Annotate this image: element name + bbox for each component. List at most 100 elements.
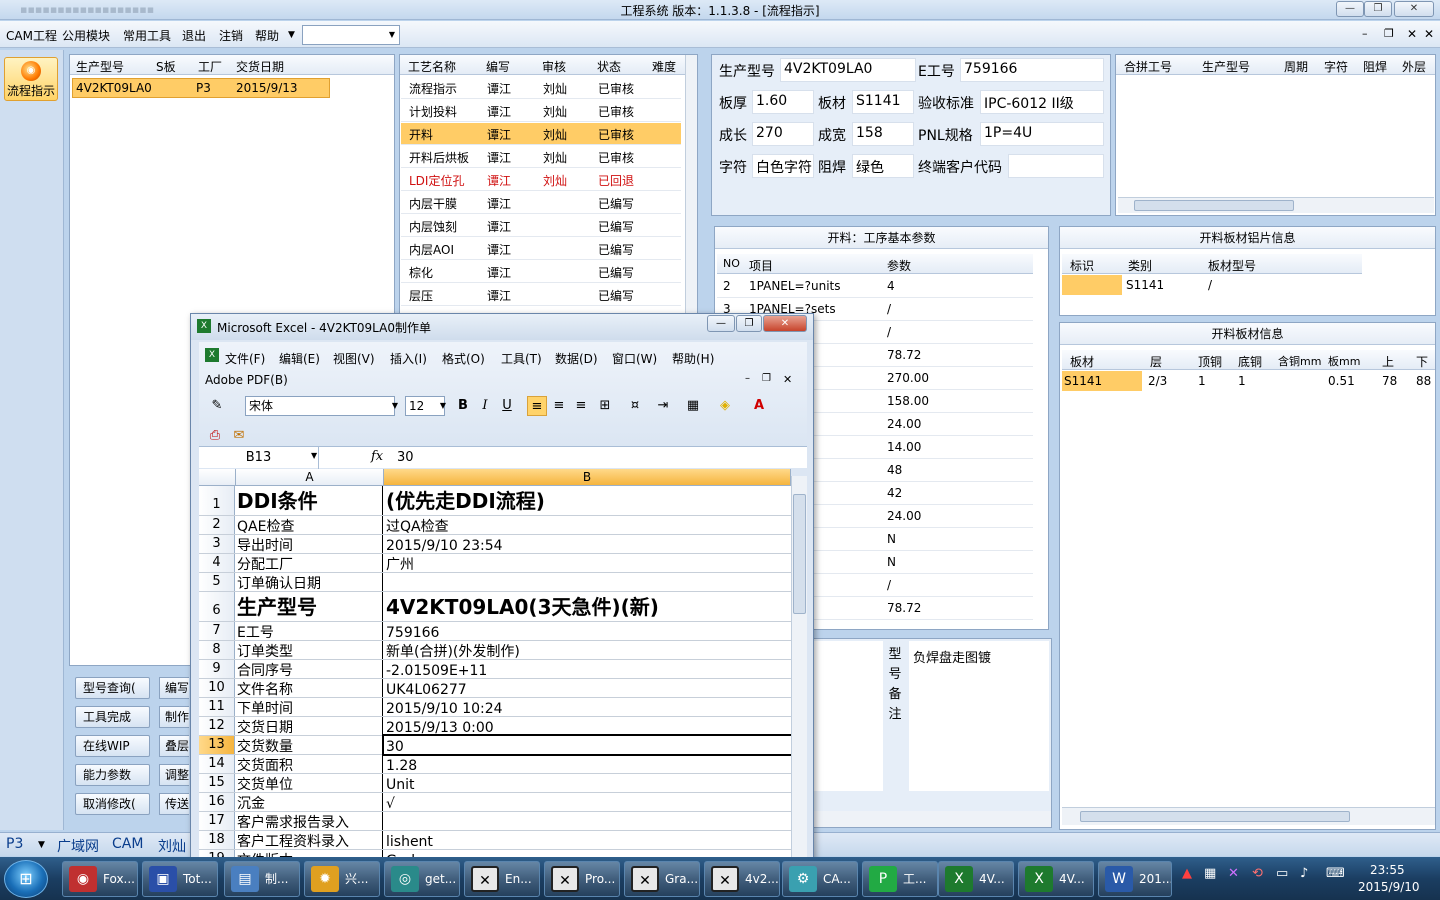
- excel-menu-help[interactable]: 帮助(H): [672, 350, 714, 367]
- table-row[interactable]: 3 导出时间 2015/9/10 23:54: [199, 535, 791, 554]
- taskbar-item[interactable]: X 4V...: [938, 861, 1014, 897]
- taskbar-item[interactable]: ✕ Pro...: [544, 861, 620, 897]
- cell-b[interactable]: 4V2KT09LA0(3天急件)(新): [384, 592, 791, 621]
- combo-col-char[interactable]: 字符: [1324, 58, 1348, 75]
- cell-a[interactable]: 客户工程资料录入: [236, 831, 383, 849]
- row-header[interactable]: 10: [199, 679, 235, 697]
- table-row[interactable]: 14 交货面积 1.28: [199, 755, 791, 774]
- table-row[interactable]: 18 客户工程资料录入 lishent: [199, 831, 791, 850]
- excel-maximize-button[interactable]: ❐: [736, 315, 762, 332]
- excel-menu-format[interactable]: 格式(O): [442, 350, 485, 367]
- row-header[interactable]: 12: [199, 717, 235, 735]
- online-wip-button[interactable]: 在线WIP: [75, 735, 150, 757]
- cell-a[interactable]: 交货日期: [236, 717, 383, 735]
- combo-col-outer[interactable]: 外层: [1402, 58, 1426, 75]
- row-header[interactable]: 6: [199, 592, 235, 621]
- top-combo-box[interactable]: ▼: [302, 25, 400, 45]
- font-size-arrow-icon[interactable]: ▼: [433, 396, 453, 416]
- table-row[interactable]: 层压 谭江 已编写: [401, 284, 681, 306]
- board-col-layer[interactable]: 层: [1150, 353, 1162, 370]
- cell-a[interactable]: 导出时间: [236, 535, 383, 553]
- orders-col-model[interactable]: 生产型号: [76, 58, 124, 75]
- length-value[interactable]: 270: [752, 122, 814, 146]
- menu-tools[interactable]: 常用工具: [123, 27, 171, 44]
- row-header[interactable]: 5: [199, 573, 235, 591]
- font-name-arrow-icon[interactable]: ▼: [385, 396, 405, 416]
- cell-a[interactable]: 订单确认日期: [236, 573, 383, 591]
- row-header[interactable]: 9: [199, 660, 235, 678]
- cell-a[interactable]: 文件版本: [236, 850, 383, 857]
- cell-a[interactable]: 文件名称: [236, 679, 383, 697]
- cell-b[interactable]: 2015/9/10 10:24: [384, 698, 791, 716]
- edit-button[interactable]: 编写: [159, 677, 189, 699]
- process-scrollbar[interactable]: [685, 55, 697, 313]
- customer-value[interactable]: [1008, 154, 1104, 178]
- row-header[interactable]: 11: [199, 698, 235, 716]
- capability-button[interactable]: 能力参数: [75, 764, 150, 786]
- sheet-col-type[interactable]: 类别: [1128, 257, 1152, 274]
- table-row[interactable]: 15 交货单位 Unit: [199, 774, 791, 793]
- mdi-close-icon[interactable]: ✕: [1407, 27, 1417, 41]
- menu-exit[interactable]: 退出: [182, 27, 206, 44]
- pnl-value[interactable]: 1P=4U: [980, 122, 1104, 146]
- cell-b[interactable]: 广州: [384, 554, 791, 572]
- clock-time[interactable]: 23:55: [1370, 863, 1405, 877]
- combo-col-mask[interactable]: 阻焊: [1363, 58, 1387, 75]
- formula-input[interactable]: 30: [397, 447, 807, 469]
- transfer-button[interactable]: 传送: [159, 793, 189, 815]
- pdf-convert-icon[interactable]: ⎙: [205, 426, 225, 446]
- cell-b[interactable]: 2015/9/10 23:54: [384, 535, 791, 553]
- table-row[interactable]: 10 文件名称 UK4L06277: [199, 679, 791, 698]
- board-col-up[interactable]: 上: [1382, 353, 1394, 370]
- eno-value[interactable]: 759166: [960, 58, 1104, 82]
- column-header-b[interactable]: B: [384, 469, 791, 486]
- sheet-col-id[interactable]: 标识: [1070, 257, 1094, 274]
- borders-icon[interactable]: ▦: [683, 396, 703, 416]
- table-row[interactable]: 12 交货日期 2015/9/13 0:00: [199, 717, 791, 736]
- params-col-item[interactable]: 项目: [749, 257, 773, 274]
- start-button[interactable]: ⊞: [4, 860, 48, 898]
- board-col-material[interactable]: 板材: [1070, 353, 1094, 370]
- row-header[interactable]: 7: [199, 622, 235, 640]
- combo-col-model[interactable]: 生产型号: [1202, 58, 1250, 75]
- taskbar-item[interactable]: ✕ Gra...: [624, 861, 700, 897]
- board-col-cu[interactable]: 含铜mm: [1278, 353, 1321, 369]
- board-col-down[interactable]: 下: [1416, 353, 1428, 370]
- combo-col-cycle[interactable]: 周期: [1284, 58, 1308, 75]
- excel-minimize-button[interactable]: —: [707, 315, 735, 332]
- table-row[interactable]: 4V2KT09LA0 P3 2015/9/13: [72, 78, 330, 98]
- table-row[interactable]: 内层干膜 谭江 已编写: [401, 192, 681, 214]
- standard-value[interactable]: IPC-6012 II级: [980, 90, 1104, 114]
- excel-close-button[interactable]: ✕: [763, 315, 807, 332]
- table-row[interactable]: 9 合同序号 -2.01509E+11: [199, 660, 791, 679]
- excel-menu-edit[interactable]: 编辑(E): [279, 350, 320, 367]
- italic-icon[interactable]: I: [475, 396, 495, 416]
- orders-col-factory[interactable]: 工厂: [198, 58, 222, 75]
- table-row[interactable]: LDI定位孔 谭江 刘灿 已回退: [401, 169, 681, 191]
- cell-a[interactable]: 合同序号: [236, 660, 383, 678]
- cell-b[interactable]: Unit: [384, 774, 791, 792]
- process-col-difficulty[interactable]: 难度: [652, 58, 676, 75]
- clock-date[interactable]: 2015/9/10: [1358, 880, 1420, 894]
- table-row[interactable]: 内层蚀刻 谭江 已编写: [401, 215, 681, 237]
- bold-icon[interactable]: B: [453, 396, 473, 416]
- cell-a[interactable]: 客户需求报告录入: [236, 812, 383, 830]
- menu-logout[interactable]: 注销: [219, 27, 243, 44]
- params-col-no[interactable]: NO: [723, 257, 740, 270]
- process-col-writer[interactable]: 编写: [486, 58, 510, 75]
- orders-col-s[interactable]: S板: [156, 58, 176, 75]
- table-row[interactable]: 8 订单类型 新单(合拼)(外发制作): [199, 641, 791, 660]
- wb-restore-icon[interactable]: ❐: [762, 373, 771, 384]
- excel-menu-data[interactable]: 数据(D): [555, 350, 598, 367]
- row-header[interactable]: 3: [199, 535, 235, 553]
- indent-icon[interactable]: ⇥: [653, 396, 673, 416]
- row-header[interactable]: 17: [199, 812, 235, 830]
- cell-a[interactable]: E工号: [236, 622, 383, 640]
- row-header[interactable]: 1: [199, 486, 235, 515]
- cell-a[interactable]: 沉金: [236, 793, 383, 811]
- row-header[interactable]: 14: [199, 755, 235, 773]
- excel-menu-tools[interactable]: 工具(T): [501, 350, 542, 367]
- align-left-icon[interactable]: ≡: [527, 396, 547, 416]
- fill-color-icon[interactable]: ◈: [715, 396, 735, 416]
- width-value[interactable]: 158: [852, 122, 914, 146]
